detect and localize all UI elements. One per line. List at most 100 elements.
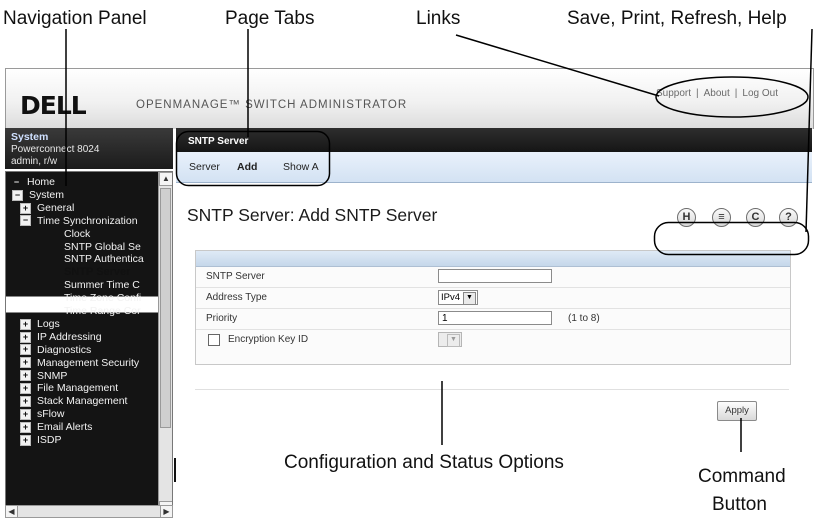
top-links: Support | About | Log Out [656,81,778,107]
tab-show-all[interactable]: Show A [283,161,319,173]
apply-button[interactable]: Apply [717,401,757,421]
nav-item[interactable]: Summer Time C [64,279,140,292]
nav-vertical-scrollbar[interactable]: ▲ ▼ [158,172,172,515]
nav-horizontal-scrollbar[interactable]: ◀ ▶ [5,505,173,518]
plus-box-icon[interactable]: + [20,370,31,382]
nav-item-label: Time Range Cor [64,305,141,317]
app-title: OPENMANAGE™ SWITCH ADMINISTRATOR [136,99,408,111]
plus-box-icon[interactable]: + [20,318,31,330]
nav-item[interactable]: + ISDP [20,434,62,447]
encryption-row: Encryption Key ID ▼ [196,330,790,350]
nav-item[interactable]: SNTP Authentica [64,253,144,266]
nav-item[interactable]: Time Range Cor [64,305,141,318]
callout-command-line1: Command [698,466,786,487]
nav-item-label: SNTP Authentica [64,253,144,266]
scroll-left-arrow-icon[interactable]: ◀ [5,505,18,518]
encryption-key-select[interactable]: ▼ [438,332,462,347]
nav-item[interactable]: − Time Synchronization [20,215,138,228]
nav-item[interactable]: − Home [12,176,55,189]
chevron-down-icon[interactable]: ▼ [463,292,476,305]
nav-item-label: SNTP Server [64,266,131,279]
logout-link[interactable]: Log Out [742,88,778,99]
nav-item[interactable]: SNTP Server [64,266,130,279]
help-icon[interactable]: ? [779,208,798,227]
plus-box-icon[interactable]: + [20,421,31,433]
plus-box-icon[interactable]: + [20,408,31,420]
scroll-right-arrow-icon[interactable]: ▶ [160,505,173,518]
nav-item[interactable]: Time Zone Confi [64,292,141,305]
support-link[interactable]: Support [656,88,691,99]
nav-item[interactable]: Clock [64,228,90,241]
form-header [196,251,790,267]
nav-item-label: Stack Management [37,395,128,408]
nav-item-label: Summer Time C [64,279,140,292]
minus-icon[interactable]: − [12,177,21,187]
app-header: DELL OPENMANAGE™ SWITCH ADMINISTRATOR Su… [5,68,814,129]
minus-box-icon[interactable]: − [20,215,31,227]
nav-item-label: IP Addressing [37,330,102,343]
nav-item-label: ISDP [37,434,62,446]
nav-item-label: Clock [64,227,91,240]
address-type-value: IPv4 [441,292,461,303]
save-icon[interactable]: H [677,208,696,227]
chevron-down-icon[interactable]: ▼ [447,334,460,347]
plus-box-icon[interactable]: + [20,331,31,343]
dell-logo: DELL [20,91,87,120]
callout-page-tabs: Page Tabs [225,8,315,29]
priority-input[interactable]: 1 [438,311,552,325]
nav-item[interactable]: + Logs [20,318,60,331]
callout-links: Links [416,8,461,29]
nav-item-label: File Management [37,382,119,395]
nav-item-label: Diagnostics [37,343,92,356]
plus-box-icon[interactable]: + [20,202,31,214]
priority-row: Priority 1 (1 to 8) [196,309,790,330]
page-tabs: Server Add Show A [176,152,812,183]
plus-box-icon[interactable]: + [20,344,31,356]
scroll-up-arrow-icon[interactable]: ▲ [159,172,172,186]
nav-item[interactable]: + IP Addressing [20,331,102,344]
page-title: SNTP Server: Add SNTP Server [187,205,438,225]
nav-item[interactable]: + Email Alerts [20,421,92,434]
divider [195,389,789,390]
nav-item-label: General [37,201,75,214]
sntp-server-label: SNTP Server [206,271,265,282]
nav-item[interactable]: + Diagnostics [20,344,91,357]
nav-item-label: Logs [37,317,60,330]
nav-item-label: Home [27,176,56,188]
callout-navigation-panel: Navigation Panel [3,8,147,29]
system-user: admin, r/w [11,156,58,167]
nav-item[interactable]: SNTP Global Se [64,241,141,254]
scroll-thumb[interactable] [160,188,171,428]
encryption-checkbox[interactable] [208,334,220,346]
tab-add[interactable]: Add [237,161,257,173]
plus-box-icon[interactable]: + [20,434,31,446]
nav-item[interactable]: + Management Security [20,357,139,370]
nav-item-label: SNTP Global Se [64,240,141,253]
nav-item-label: sFlow [37,408,65,421]
minus-box-icon[interactable]: − [12,189,23,201]
page-header-bar: SNTP Server [176,128,812,152]
about-link[interactable]: About [704,88,730,99]
navigation-panel: − Home − System + General − Time Synchronizatio… [5,171,173,516]
callout-command-line2: Button [712,494,767,515]
nav-item[interactable]: + sFlow [20,408,64,421]
refresh-icon[interactable]: C [746,208,765,227]
nav-item[interactable]: − System [12,189,64,202]
link-separator: | [734,88,738,99]
system-info-box: System Powerconnect 8024 admin, r/w [5,128,173,169]
callout-save-print-refresh-help: Save, Print, Refresh, Help [567,8,787,29]
address-type-select[interactable]: IPv4 ▼ [438,290,478,305]
sntp-server-input[interactable] [438,269,552,283]
nav-item-label: Email Alerts [37,421,93,434]
plus-box-icon[interactable]: + [20,396,31,408]
print-icon[interactable]: ≡ [712,208,731,227]
nav-item[interactable]: + File Management [20,382,118,395]
nav-item[interactable]: + SNMP [20,370,67,383]
tab-server[interactable]: Server [189,161,220,173]
plus-box-icon[interactable]: + [20,357,31,369]
nav-item[interactable]: + Stack Management [20,395,127,408]
address-type-label: Address Type [206,292,267,303]
plus-box-icon[interactable]: + [20,383,31,395]
nav-item[interactable]: + General [20,202,74,215]
priority-range: (1 to 8) [568,313,600,324]
